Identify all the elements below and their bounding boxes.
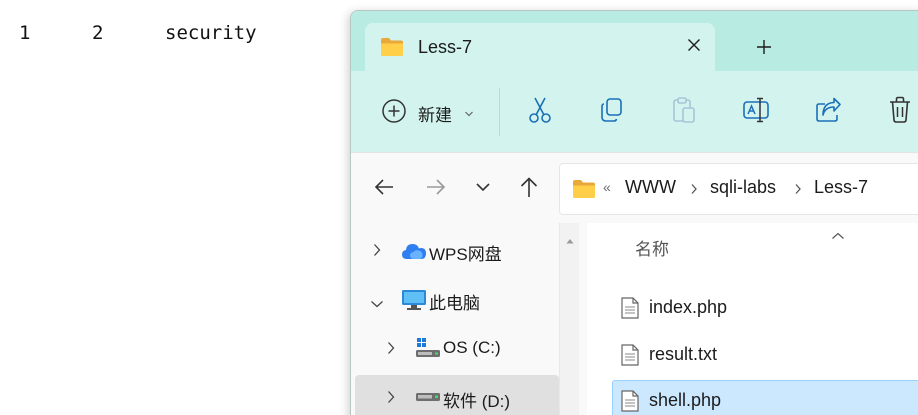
folder-icon [572,179,596,204]
new-button[interactable]: 新建 [371,96,481,126]
chevron-right-icon[interactable] [690,182,698,200]
sidebar-item-label: 此电脑 [429,294,480,313]
navigation-bar: « WWW sqli-labs Less-7 [351,153,918,223]
file-row-index-php[interactable]: index.php [612,287,918,329]
file-row-result-txt[interactable]: result.txt [612,334,918,376]
computer-icon [401,289,427,316]
sidebar-item-label: WPS网盘 [429,245,502,264]
sidebar-item-wps-cloud[interactable]: WPS网盘 [355,228,559,272]
column-header-name[interactable]: 名称 [635,235,669,260]
rename-icon[interactable] [741,95,771,125]
address-bar[interactable]: « WWW sqli-labs Less-7 [559,163,918,215]
up-arrow-icon[interactable] [516,174,542,200]
output-cell-1: 1 [19,22,31,44]
sort-ascending-icon [831,227,845,245]
chevron-down-icon [464,105,474,123]
navigation-scrollbar[interactable] [559,223,579,415]
navigation-pane: WPS网盘 此电脑 OS (C:) 软件 (D:) [351,223,559,415]
plus-icon[interactable] [751,34,777,60]
tab-bar: Less-7 [351,11,918,72]
document-icon [621,344,639,371]
chevron-right-icon[interactable] [387,390,395,409]
output-cell-2: 2 [92,22,104,44]
output-cell-3: security [165,22,257,44]
breadcrumb-less-7[interactable]: Less-7 [814,177,868,198]
paste-icon[interactable] [669,95,699,125]
close-icon[interactable] [683,34,705,56]
file-name: result.txt [649,344,718,364]
scroll-up-arrow-icon[interactable] [566,231,574,249]
chevron-right-icon[interactable] [794,182,802,200]
file-name: index.php [649,297,728,317]
windows-drive-icon [415,337,441,364]
document-icon [621,390,639,415]
sidebar-item-drive-c[interactable]: OS (C:) [355,326,559,370]
sidebar-item-label: OS (C:) [443,338,501,357]
breadcrumb-sqli-labs[interactable]: sqli-labs [710,177,776,198]
breadcrumb-www[interactable]: WWW [625,177,676,198]
tab-less-7[interactable]: Less-7 [365,23,715,72]
drive-icon [415,390,441,408]
overflow-chevrons-icon[interactable]: « [603,179,611,195]
chevron-right-icon[interactable] [387,341,395,360]
sidebar-item-drive-d[interactable]: 软件 (D:) [355,375,559,415]
folder-icon [380,37,404,62]
chevron-down-icon[interactable] [370,295,384,313]
file-name: shell.php [649,390,722,410]
copy-icon[interactable] [597,95,627,125]
share-icon[interactable] [813,95,843,125]
file-row-shell-php[interactable]: shell.php [612,380,918,415]
tab-title: Less-7 [418,37,473,57]
delete-icon[interactable] [885,95,915,125]
forward-arrow-icon[interactable] [423,174,449,200]
background-output: 1 2 security [0,0,350,415]
file-list: 名称 index.php result.txt shell.php [587,223,918,415]
command-bar: 新建 [351,71,918,153]
toolbar-separator [499,88,500,136]
cut-icon[interactable] [525,95,555,125]
sidebar-item-this-pc[interactable]: 此电脑 [355,277,559,321]
sidebar-item-label: 软件 (D:) [443,392,511,411]
chevron-right-icon[interactable] [373,243,381,262]
add-circle-icon [381,98,407,129]
back-arrow-icon[interactable] [371,174,397,200]
recent-locations-chevron-icon[interactable] [470,174,496,200]
new-button-label: 新建 [418,106,452,125]
document-icon [621,297,639,324]
file-explorer-window: Less-7 新建 « WWW sqli-labs Less-7 WPS网盘 此… [350,10,918,415]
cloud-icon [401,242,427,265]
